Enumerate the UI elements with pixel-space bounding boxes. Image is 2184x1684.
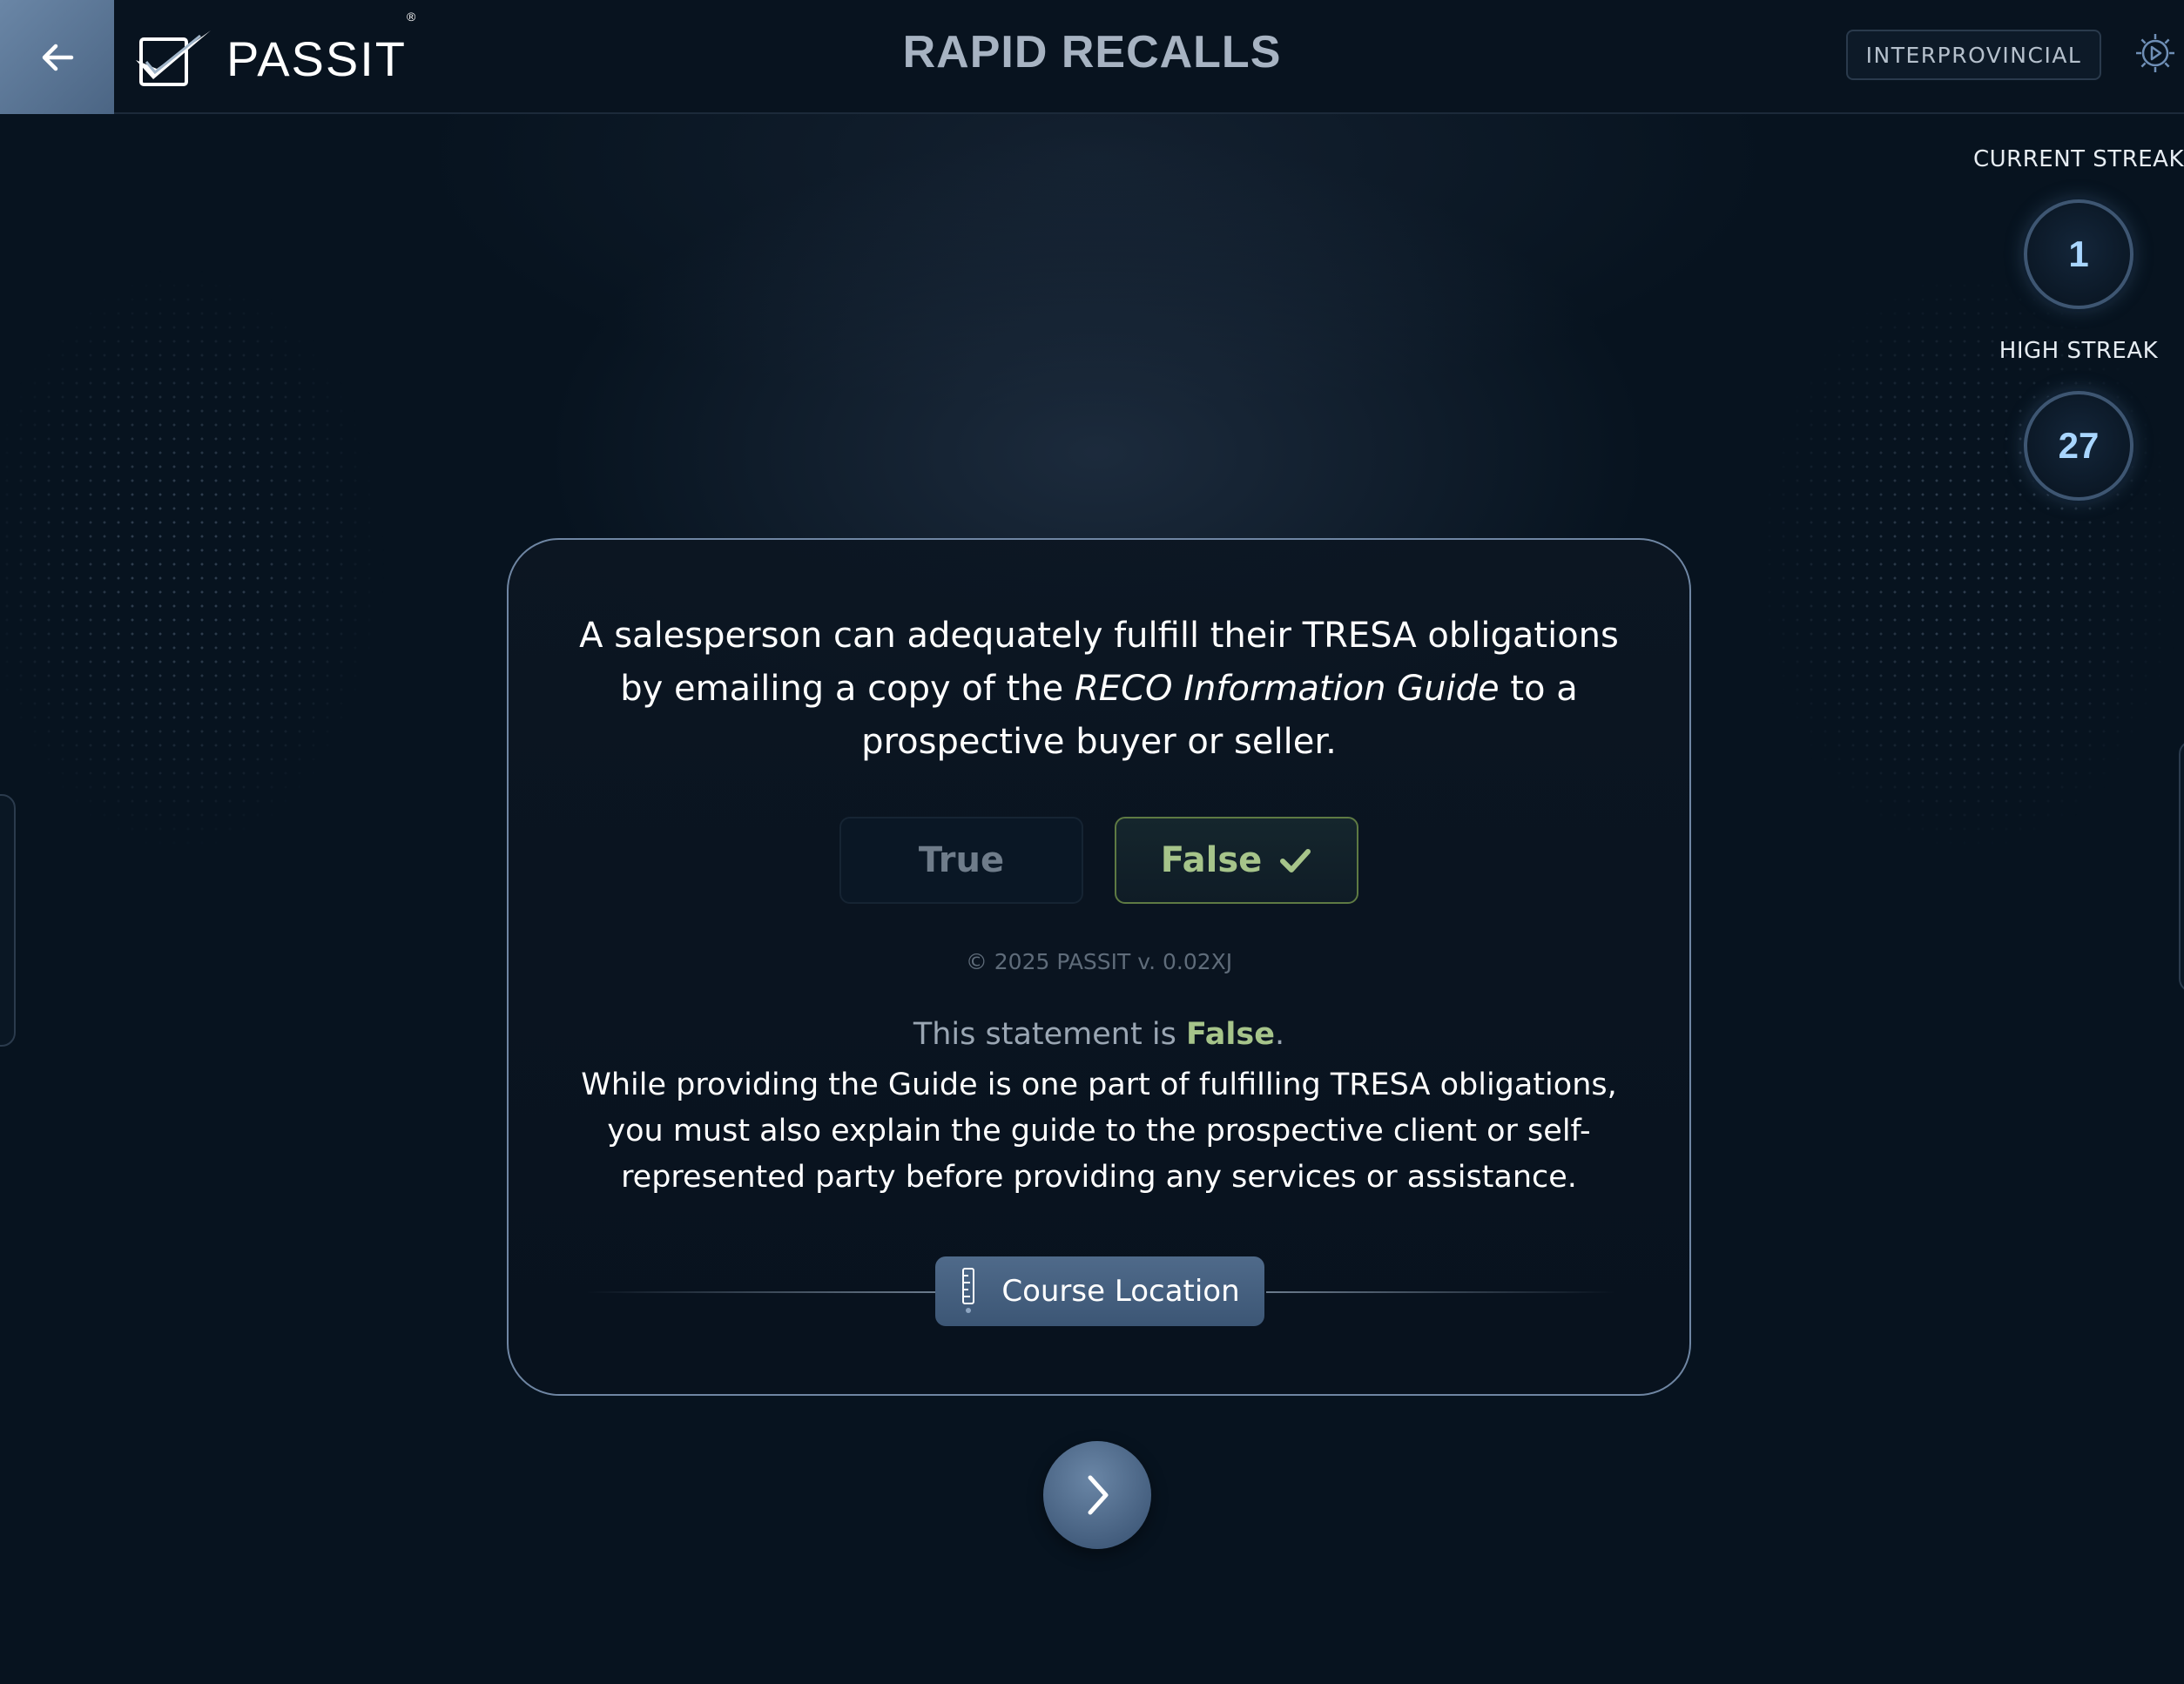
divider-left [587,1291,935,1293]
checkmark-icon [1280,849,1311,872]
question-text: A salesperson can adequately fulfill the… [561,610,1637,769]
course-location-button[interactable]: Course Location [935,1256,1264,1326]
registered-mark: ® [407,9,418,24]
current-streak-value: 1 [2024,199,2133,309]
ruler-icon [962,1268,975,1313]
course-location-label: Course Location [1001,1274,1240,1309]
divider-right [1266,1291,1614,1293]
answer-explanation: While providing the Guide is one part of… [581,1068,1617,1195]
next-question-button[interactable] [1043,1441,1151,1549]
left-side-panel-tab[interactable] [0,794,16,1047]
decorative-dot-pattern-left [0,209,453,993]
decorative-dot-pattern-right [1707,209,2184,993]
true-answer-label: True [918,840,1005,880]
high-streak-label: HIGH STREAK [1999,338,2159,364]
false-answer-label: False [1160,840,1263,880]
chevron-right-icon [1088,1475,1109,1515]
rapid-recalls-page: PASSIT® RAPID RECALLS INTERPROVINCIAL CU… [0,0,2184,1684]
gear-icon[interactable] [2133,31,2177,75]
result-suffix: . [1274,1017,1285,1052]
result-prefix: This statement is [913,1017,1186,1052]
question-card: A salesperson can adequately fulfill the… [507,538,1691,1396]
false-answer-button[interactable]: False [1115,817,1358,904]
right-side-panel-tab[interactable] [2179,740,2184,993]
region-selector[interactable]: INTERPROVINCIAL [1846,30,2101,80]
true-answer-button[interactable]: True [839,817,1083,904]
current-streak-label: CURRENT STREAK [1972,146,2184,172]
question-text-guide-title: RECO Information Guide [1075,669,1500,709]
copyright-text: © 2025 PASSIT v. 0.02XJ [965,949,1233,974]
result-verdict: False [1185,1017,1275,1052]
top-bar: PASSIT® RAPID RECALLS INTERPROVINCIAL [0,0,2184,114]
result-statement: This statement is False. [509,1017,1689,1052]
high-streak-value: 27 [2024,391,2133,501]
